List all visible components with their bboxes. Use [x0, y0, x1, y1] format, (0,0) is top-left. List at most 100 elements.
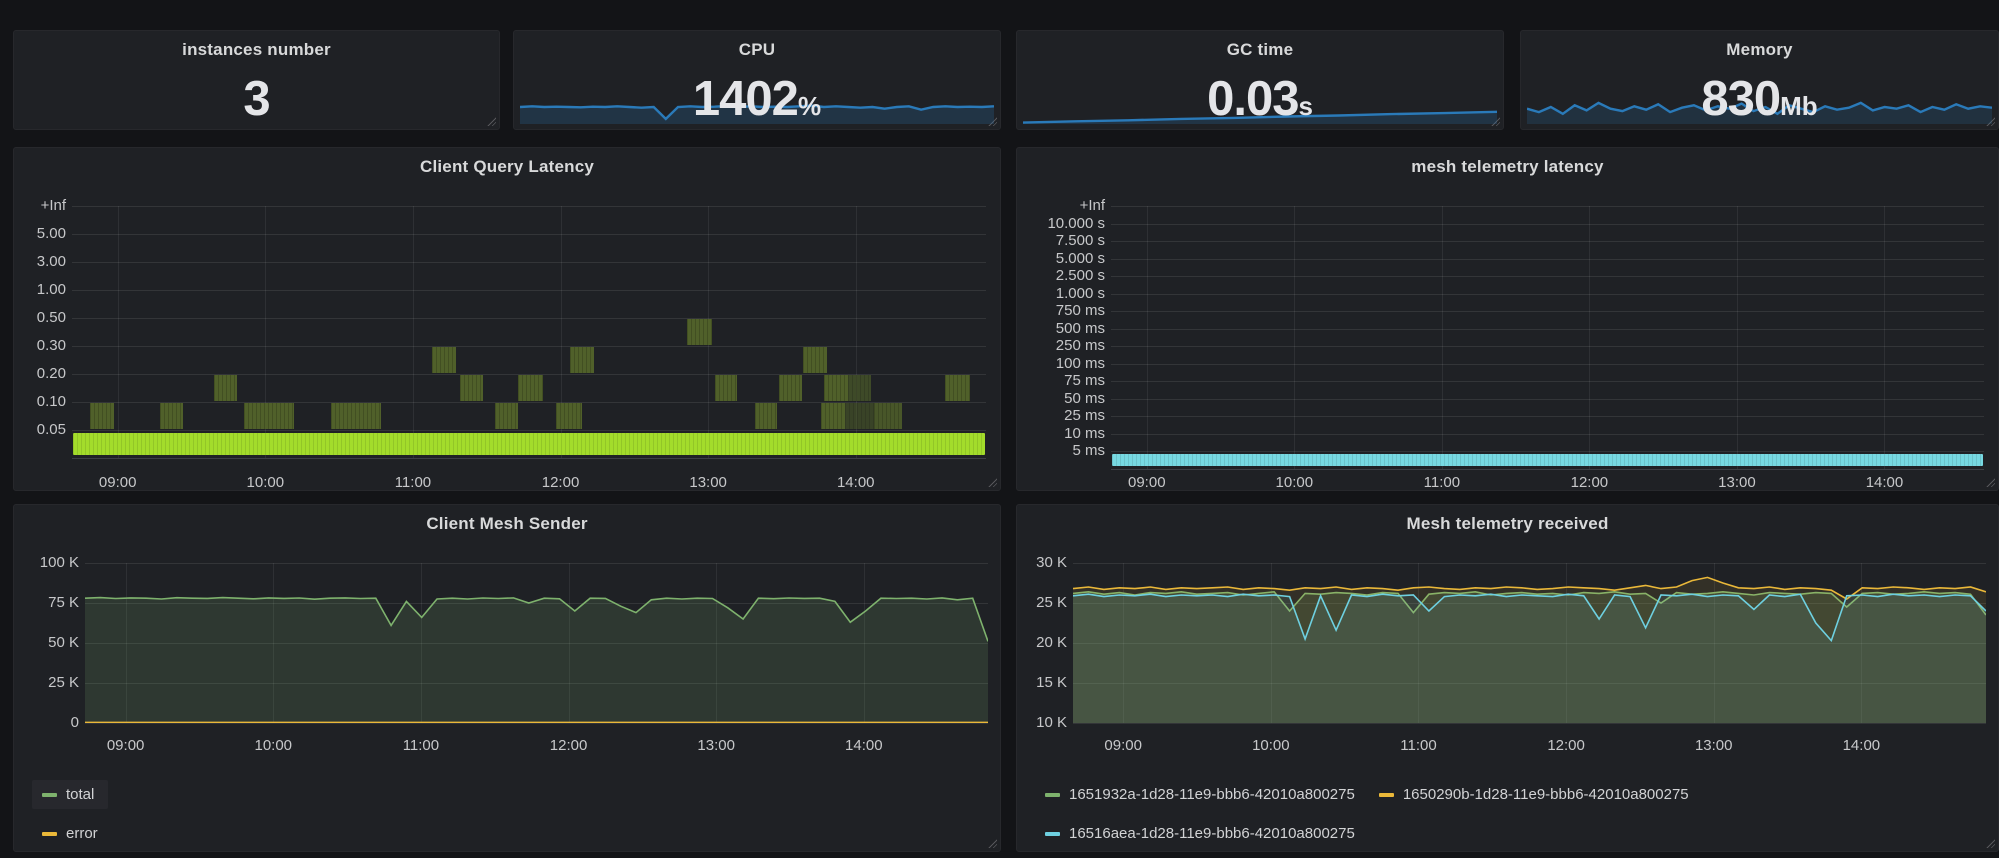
x-axis-line	[72, 458, 986, 459]
heatmap-cell	[803, 347, 827, 373]
x-axis-label: 13:00	[684, 737, 748, 755]
panel-title[interactable]: Client Mesh Sender	[14, 514, 1000, 534]
x-axis-label: 13:00	[1705, 474, 1769, 492]
h-gridline	[1111, 399, 1984, 400]
x-axis-label: 12:00	[537, 737, 601, 755]
panel-client-mesh-sender: Client Mesh Sender 100 K75 K50 K25 K009:…	[13, 504, 1001, 852]
x-axis-label: 09:00	[1115, 474, 1179, 492]
legend-item[interactable]: total	[32, 780, 108, 809]
panel-mesh-telemetry-latency: mesh telemetry latency +Inf10.000 s7.500…	[1016, 147, 1999, 491]
legend-item[interactable]: 1651932a-1d28-11e9-bbb6-42010a800275	[1035, 780, 1369, 809]
x-axis-label: 10:00	[1239, 737, 1303, 755]
y-axis-label: 25 K	[14, 674, 79, 692]
h-gridline	[1111, 294, 1984, 295]
panel-title[interactable]: CPU	[514, 40, 1000, 60]
v-gridline	[1147, 206, 1148, 469]
heatmap-cell	[570, 347, 594, 373]
heatmap-cell	[755, 403, 777, 429]
x-axis-label: 09:00	[86, 474, 150, 492]
heatmap-cell	[214, 375, 238, 401]
heatmap-cell	[687, 319, 712, 345]
panel-gc-time: GC time 0.03s	[1016, 30, 1504, 130]
y-axis-label: 0.30	[14, 337, 66, 355]
heatmap-cell	[331, 403, 381, 429]
h-gridline	[72, 290, 986, 291]
heatmap-cell	[848, 375, 871, 401]
x-axis-label: 09:00	[1091, 737, 1155, 755]
y-axis-label: 20 K	[1017, 634, 1067, 652]
legend-label: total	[66, 786, 94, 803]
legend-row: error	[32, 819, 112, 848]
v-gridline	[1884, 206, 1885, 469]
y-axis-label: 100 ms	[1017, 355, 1105, 373]
legend-swatch-icon	[1045, 832, 1060, 836]
panel-title[interactable]: Mesh telemetry received	[1017, 514, 1998, 534]
panel-title[interactable]: GC time	[1017, 40, 1503, 60]
y-axis-label: 0.20	[14, 365, 66, 383]
mesh-telemetry-latency-heatmap[interactable]: +Inf10.000 s7.500 s5.000 s2.500 s1.000 s…	[1017, 188, 1998, 490]
client-mesh-sender-graph[interactable]: 100 K75 K50 K25 K009:0010:0011:0012:0013…	[14, 545, 1000, 851]
heatmap-bottom-bucket-bar	[73, 433, 985, 455]
client-query-latency-heatmap[interactable]: +Inf5.003.001.000.500.300.200.100.0509:0…	[14, 188, 1000, 490]
y-axis-label: 50 K	[14, 634, 79, 652]
h-gridline	[1111, 434, 1984, 435]
legend-swatch-icon	[42, 832, 57, 836]
y-axis-label: 500 ms	[1017, 320, 1105, 338]
line-chart-svg	[1073, 563, 1986, 723]
heatmap-cell	[945, 375, 971, 401]
y-axis-label: +Inf	[1017, 197, 1105, 215]
y-axis-label: 7.500 s	[1017, 232, 1105, 250]
y-axis-label: 10.000 s	[1017, 215, 1105, 233]
y-axis-label: 5.000 s	[1017, 250, 1105, 268]
heatmap-cell	[821, 403, 846, 429]
heatmap-cell	[160, 403, 184, 429]
y-axis-label: 5 ms	[1017, 442, 1105, 460]
x-axis-label: 11:00	[1410, 474, 1474, 492]
h-gridline	[72, 318, 986, 319]
h-gridline	[1111, 206, 1984, 207]
x-axis-label: 11:00	[389, 737, 453, 755]
v-gridline	[1589, 206, 1590, 469]
h-gridline	[1073, 723, 1986, 724]
mesh-telemetry-received-graph[interactable]: 30 K25 K20 K15 K10 K09:0010:0011:0012:00…	[1017, 545, 1998, 851]
v-gridline	[413, 206, 414, 458]
stat-value: 830Mb	[1521, 71, 1998, 127]
y-axis-label: 250 ms	[1017, 337, 1105, 355]
y-axis-label: 15 K	[1017, 674, 1067, 692]
h-gridline	[1111, 451, 1984, 452]
heatmap-cell	[460, 375, 484, 401]
x-axis-label: 12:00	[1557, 474, 1621, 492]
panel-title[interactable]: instances number	[14, 40, 499, 60]
y-axis-label: 2.500 s	[1017, 267, 1105, 285]
y-axis-label: 30 K	[1017, 554, 1067, 572]
panel-title[interactable]: mesh telemetry latency	[1017, 157, 1998, 177]
y-axis-label: 25 K	[1017, 594, 1067, 612]
heatmap-cell	[874, 403, 902, 429]
legend-item[interactable]: 1650290b-1d28-11e9-bbb6-42010a800275	[1369, 780, 1703, 809]
legend: 1651932a-1d28-11e9-bbb6-42010a8002751650…	[1035, 780, 1703, 858]
h-gridline	[1111, 276, 1984, 277]
x-axis-label: 10:00	[233, 474, 297, 492]
x-axis-label: 14:00	[1829, 737, 1893, 755]
legend-row: 16516aea-1d28-11e9-bbb6-42010a800275	[1035, 819, 1703, 848]
h-gridline	[1111, 381, 1984, 382]
y-axis-label: 5.00	[14, 225, 66, 243]
heatmap-cell	[715, 375, 737, 401]
v-gridline	[1442, 206, 1443, 469]
h-gridline	[1111, 224, 1984, 225]
x-axis-label: 10:00	[241, 737, 305, 755]
panel-cpu: CPU 1402%	[513, 30, 1001, 130]
h-gridline	[1111, 364, 1984, 365]
x-axis-label: 09:00	[94, 737, 158, 755]
panel-title[interactable]: Client Query Latency	[14, 157, 1000, 177]
legend-item[interactable]: 16516aea-1d28-11e9-bbb6-42010a800275	[1035, 819, 1369, 848]
legend-row: 1651932a-1d28-11e9-bbb6-42010a8002751650…	[1035, 780, 1703, 809]
panel-title[interactable]: Memory	[1521, 40, 1998, 60]
v-gridline	[1737, 206, 1738, 469]
h-gridline	[72, 346, 986, 347]
panel-memory: Memory 830Mb	[1520, 30, 1999, 130]
legend-row: total	[32, 780, 112, 809]
stat-unit: Mb	[1780, 91, 1818, 121]
legend-item[interactable]: error	[32, 819, 112, 848]
x-axis-label: 10:00	[1262, 474, 1326, 492]
